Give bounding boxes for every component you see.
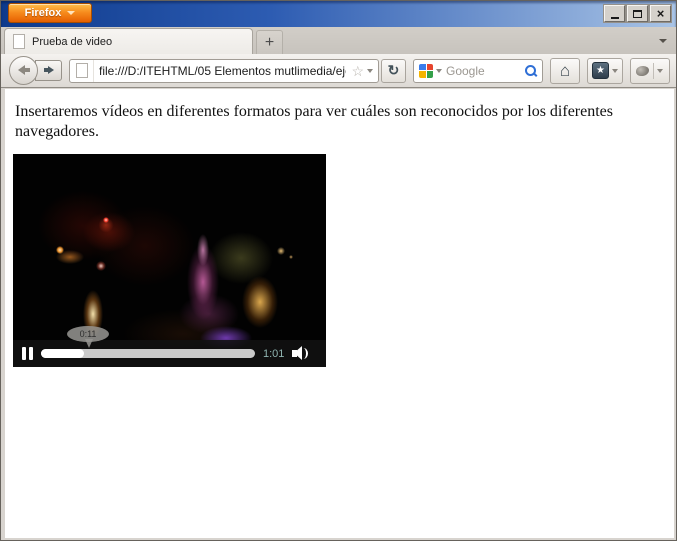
urlbar-dropdown-icon[interactable] xyxy=(367,69,373,73)
fly-addon-icon xyxy=(636,66,649,76)
plus-icon: + xyxy=(265,35,274,51)
history-buttons xyxy=(9,56,65,86)
tab-label: Prueba de video xyxy=(32,36,112,48)
tab-bar: Prueba de video + xyxy=(1,27,676,54)
video-controls-bar: 1:01 xyxy=(13,340,326,367)
navigation-toolbar: ☆ ↻ ⌂ ★ xyxy=(1,54,676,88)
pause-icon xyxy=(22,347,26,360)
firefox-menu-label: Firefox xyxy=(25,7,62,19)
tab-prueba-de-video[interactable]: Prueba de video xyxy=(4,28,253,54)
blank-page-icon xyxy=(76,63,88,78)
addon-button[interactable] xyxy=(630,58,670,84)
search-bar[interactable] xyxy=(413,59,543,83)
video-progress-fill xyxy=(41,349,84,358)
minimize-button[interactable] xyxy=(604,5,625,22)
url-input[interactable] xyxy=(94,64,351,78)
bookmarks-dropdown-icon xyxy=(612,69,618,73)
close-button[interactable]: × xyxy=(650,5,671,22)
mute-button[interactable] xyxy=(292,346,309,361)
maximize-button[interactable] xyxy=(627,5,648,22)
search-input[interactable] xyxy=(446,64,521,78)
minimize-icon xyxy=(611,17,619,19)
new-tab-button[interactable]: + xyxy=(256,30,283,54)
reload-button[interactable]: ↻ xyxy=(381,59,406,83)
home-button[interactable]: ⌂ xyxy=(550,58,580,84)
forward-button[interactable] xyxy=(35,60,62,81)
tooltip-tail xyxy=(85,339,93,348)
firefox-menu-button[interactable]: Firefox xyxy=(8,3,92,23)
video-duration-label: 1:01 xyxy=(263,348,284,360)
search-icon[interactable] xyxy=(524,64,537,77)
search-engine-dropdown-icon[interactable] xyxy=(436,69,442,73)
arrow-left-icon xyxy=(18,65,30,75)
video-player[interactable]: 0:11 1:01 xyxy=(13,154,326,367)
google-logo-icon[interactable] xyxy=(419,64,433,78)
reload-icon: ↻ xyxy=(388,62,400,79)
home-icon: ⌂ xyxy=(560,62,570,79)
divider xyxy=(653,63,654,79)
bookmark-star-icon[interactable]: ☆ xyxy=(351,64,364,78)
close-icon: × xyxy=(657,7,665,20)
back-button[interactable] xyxy=(9,56,38,85)
address-bar[interactable]: ☆ xyxy=(69,59,379,83)
title-bar[interactable]: Firefox × xyxy=(1,1,676,27)
tab-favicon-blank-page-icon xyxy=(13,34,25,49)
tooltip-time-label: 0:11 xyxy=(80,329,97,339)
list-all-tabs-icon[interactable] xyxy=(659,39,667,43)
video-progress-bar[interactable] xyxy=(41,349,255,358)
site-identity-button[interactable] xyxy=(70,60,94,82)
maximize-icon xyxy=(633,10,642,18)
browser-window: Firefox × Prueba de video + xyxy=(0,0,677,541)
pause-button[interactable] xyxy=(22,347,33,360)
chevron-down-icon xyxy=(67,11,75,15)
page-content: Insertaremos vídeos en diferentes format… xyxy=(5,89,674,538)
video-frame-fireworks[interactable] xyxy=(13,154,326,367)
addon-dropdown-icon[interactable] xyxy=(657,69,663,73)
intro-paragraph: Insertaremos vídeos en diferentes format… xyxy=(15,102,623,143)
arrow-right-icon xyxy=(44,66,54,74)
window-controls: × xyxy=(604,5,671,22)
bookmarks-star-icon: ★ xyxy=(592,62,609,79)
bookmarks-button[interactable]: ★ xyxy=(587,58,623,84)
